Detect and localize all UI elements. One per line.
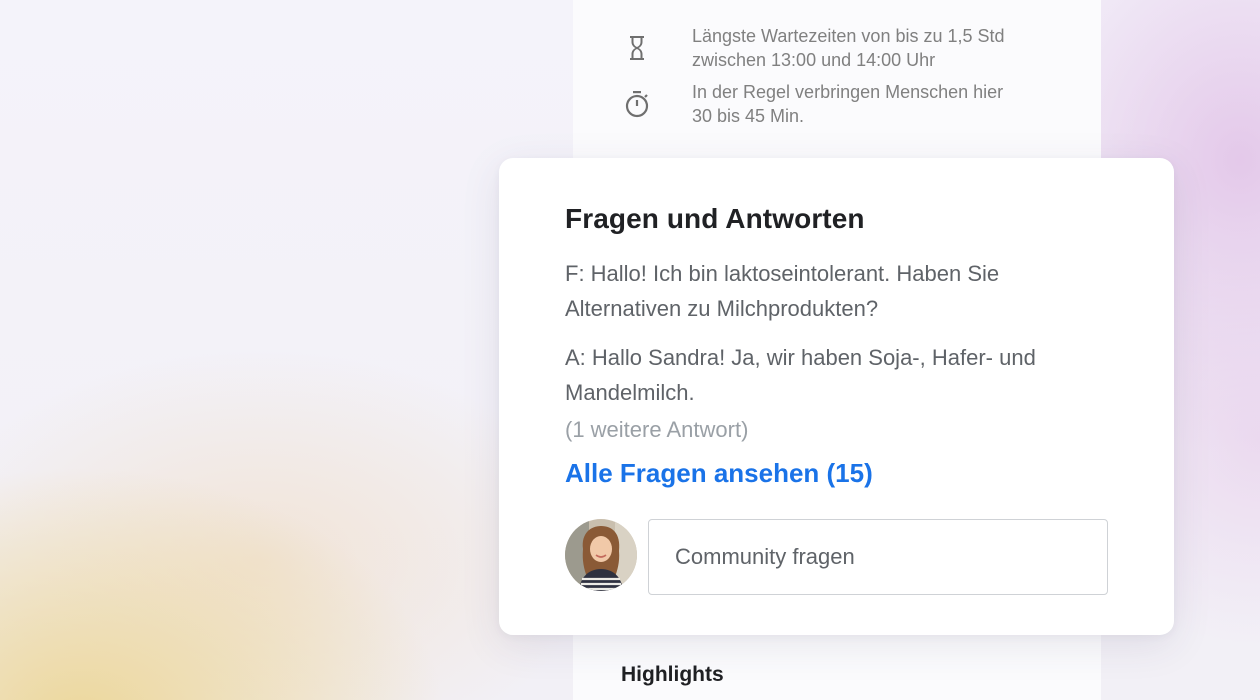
all-questions-link[interactable]: Alle Fragen ansehen (15)	[565, 458, 873, 489]
ask-community-input[interactable]	[648, 519, 1108, 595]
answer-line-2: Mandelmilch.	[565, 380, 695, 405]
visit-duration-text: In der Regel verbringen Menschen hier 30…	[692, 80, 1072, 128]
visit-duration-line-1: In der Regel verbringen Menschen hier	[692, 82, 1004, 102]
questions-and-answers-card: Fragen und Antworten F: Hallo! Ich bin l…	[499, 158, 1174, 635]
stopwatch-icon	[621, 88, 653, 120]
visit-duration-line-2: 30 bis 45 Min.	[692, 106, 805, 126]
wait-times-text: Längste Wartezeiten von bis zu 1,5 Std z…	[692, 24, 1072, 72]
question-line-1: F: Hallo! Ich bin laktoseintolerant. Hab…	[565, 261, 1000, 286]
more-answers-link[interactable]: (1 weitere Antwort)	[565, 414, 748, 446]
hourglass-icon	[621, 32, 653, 64]
card-title: Fragen und Antworten	[565, 203, 865, 234]
question-text: F: Hallo! Ich bin laktoseintolerant. Hab…	[565, 256, 1125, 326]
highlights-heading: Highlights	[621, 663, 724, 686]
answer-line-1: A: Hallo Sandra! Ja, wir haben Soja-, Ha…	[565, 345, 1036, 370]
answer-text: A: Hallo Sandra! Ja, wir haben Soja-, Ha…	[565, 340, 1125, 410]
wait-times-line-1: Längste Wartezeiten von bis zu 1,5 Std	[692, 26, 1005, 46]
wait-times-line-2: zwischen 13:00 und 14:00 Uhr	[692, 50, 936, 70]
avatar	[565, 519, 637, 591]
question-line-2: Alternativen zu Milchprodukten?	[565, 296, 879, 321]
